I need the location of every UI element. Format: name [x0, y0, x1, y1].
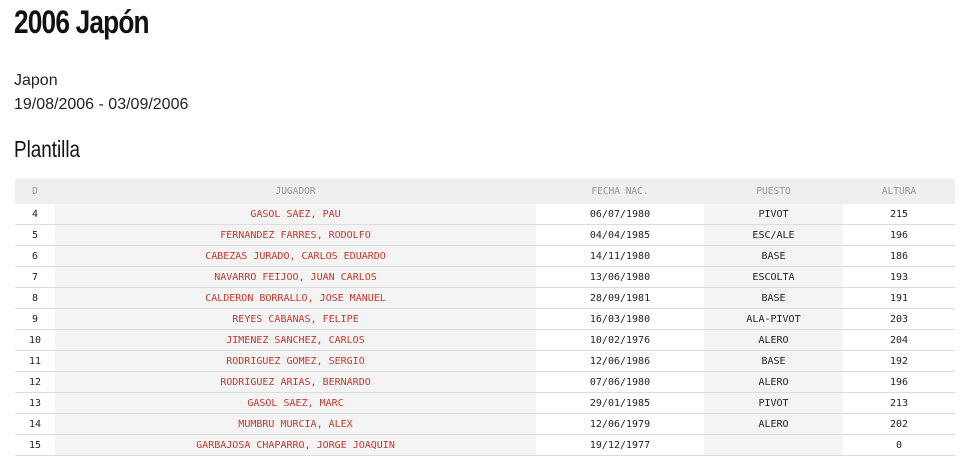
cell-puesto: ALERO: [704, 413, 843, 435]
table-row: 4 GASOL SAEZ, PAU 06/07/1980 PIVOT 215: [15, 204, 955, 225]
table-row: 13 GASOL SAEZ, MARC 29/01/1985 PIVOT 213: [15, 392, 955, 414]
roster-table: D JUGADOR FECHA NAC. PUESTO ALTURA 4 GASO…: [15, 179, 955, 456]
cell-dorsal: 11: [15, 350, 55, 372]
cell-fecha: 06/07/1980: [536, 204, 704, 225]
table-row: 11 RODRIGUEZ GOMEZ, SERGIO 12/06/1986 BASE 1…: [15, 350, 955, 372]
player-name-link[interactable]: GASOL SAEZ, PAU: [55, 204, 536, 225]
cell-dorsal: 15: [15, 434, 55, 456]
cell-puesto: ESCOLTA: [704, 266, 843, 288]
table-row: 15 GARBAJOSA CHAPARRO, JORGE JOAQUIN 19/12…: [15, 434, 955, 456]
player-name-link[interactable]: MUMBRU MURCIA, ALEX: [55, 413, 536, 435]
cell-dorsal: 10: [15, 329, 55, 351]
cell-puesto: ALA-PIVOT: [704, 308, 843, 330]
header-fecha[interactable]: FECHA NAC.: [536, 179, 704, 204]
table-row: 8 CALDERON BORRALLO, JOSE MANUEL 28/09/198…: [15, 287, 955, 309]
roster-body: 4 GASOL SAEZ, PAU 06/07/1980 PIVOT 215 5 FERNA…: [15, 204, 955, 456]
player-name-link[interactable]: FERNANDEZ FARRES, RODOLFO: [55, 224, 536, 246]
header-jugador[interactable]: JUGADOR: [55, 179, 536, 204]
cell-dorsal: 4: [15, 204, 55, 225]
cell-puesto: PIVOT: [704, 204, 843, 225]
cell-altura: 186: [843, 245, 955, 267]
cell-fecha: 13/06/1980: [536, 266, 704, 288]
cell-altura: 191: [843, 287, 955, 309]
cell-altura: 213: [843, 392, 955, 414]
cell-altura: 0: [843, 434, 955, 456]
cell-altura: 204: [843, 329, 955, 351]
player-name-link[interactable]: GARBAJOSA CHAPARRO, JORGE JOAQUIN: [55, 434, 536, 456]
page-title: 2006 Japón: [14, 4, 150, 40]
cell-fecha: 14/11/1980: [536, 245, 704, 267]
cell-dorsal: 9: [15, 308, 55, 330]
cell-altura: 193: [843, 266, 955, 288]
cell-altura: 192: [843, 350, 955, 372]
table-row: 9 REYES CABANAS, FELIPE 16/03/1980 ALA-PIVO…: [15, 308, 955, 330]
cell-puesto: ALERO: [704, 329, 843, 351]
table-row: 10 JIMENEZ SANCHEZ, CARLOS 10/02/1976 ALERO…: [15, 329, 955, 351]
table-row: 5 FERNANDEZ FARRES, RODOLFO 04/04/1985 ESC/…: [15, 224, 955, 246]
cell-puesto: BASE: [704, 245, 843, 267]
cell-dorsal: 13: [15, 392, 55, 414]
player-name-link[interactable]: NAVARRO FEIJOO, JUAN CARLOS: [55, 266, 536, 288]
player-name-link[interactable]: CABEZAS JURADO, CARLOS EDUARDO: [55, 245, 536, 267]
cell-dorsal: 8: [15, 287, 55, 309]
player-name-link[interactable]: RODRIGUEZ ARIAS, BERNARDO: [55, 371, 536, 393]
table-row: 6 CABEZAS JURADO, CARLOS EDUARDO 14/11/198…: [15, 245, 955, 267]
cell-dorsal: 14: [15, 413, 55, 435]
table-row: 14 MUMBRU MURCIA, ALEX 12/06/1979 ALERO 202: [15, 413, 955, 435]
header-puesto[interactable]: PUESTO: [704, 179, 843, 204]
cell-altura: 202: [843, 413, 955, 435]
cell-fecha: 07/06/1980: [536, 371, 704, 393]
cell-puesto: BASE: [704, 287, 843, 309]
cell-fecha: 12/06/1979: [536, 413, 704, 435]
cell-puesto: [704, 434, 843, 456]
player-name-link[interactable]: REYES CABANAS, FELIPE: [55, 308, 536, 330]
table-row: 12 RODRIGUEZ ARIAS, BERNARDO 07/06/1980 ALE…: [15, 371, 955, 393]
header-altura[interactable]: ALTURA: [843, 179, 955, 204]
cell-fecha: 16/03/1980: [536, 308, 704, 330]
cell-dorsal: 7: [15, 266, 55, 288]
cell-dorsal: 5: [15, 224, 55, 246]
table-header-row: D JUGADOR FECHA NAC. PUESTO ALTURA: [15, 179, 955, 204]
country-label: Japon: [14, 72, 58, 89]
player-name-link[interactable]: JIMENEZ SANCHEZ, CARLOS: [55, 329, 536, 351]
cell-fecha: 12/06/1986: [536, 350, 704, 372]
cell-altura: 203: [843, 308, 955, 330]
cell-puesto: PIVOT: [704, 392, 843, 414]
player-name-link[interactable]: CALDERON BORRALLO, JOSE MANUEL: [55, 287, 536, 309]
cell-dorsal: 6: [15, 245, 55, 267]
player-name-link[interactable]: GASOL SAEZ, MARC: [55, 392, 536, 414]
table-row: 7 NAVARRO FEIJOO, JUAN CARLOS 13/06/1980 ES…: [15, 266, 955, 288]
cell-fecha: 19/12/1977: [536, 434, 704, 456]
cell-altura: 196: [843, 224, 955, 246]
cell-puesto: BASE: [704, 350, 843, 372]
cell-dorsal: 12: [15, 371, 55, 393]
date-range: 19/08/2006 - 03/09/2006: [14, 96, 189, 113]
player-name-link[interactable]: RODRIGUEZ GOMEZ, SERGIO: [55, 350, 536, 372]
cell-altura: 215: [843, 204, 955, 225]
cell-fecha: 04/04/1985: [536, 224, 704, 246]
header-dorsal[interactable]: D: [15, 179, 55, 204]
cell-fecha: 29/01/1985: [536, 392, 704, 414]
cell-puesto: ESC/ALE: [704, 224, 843, 246]
cell-fecha: 10/02/1976: [536, 329, 704, 351]
cell-altura: 196: [843, 371, 955, 393]
cell-puesto: ALERO: [704, 371, 843, 393]
section-title: Plantilla: [14, 136, 81, 162]
cell-fecha: 28/09/1981: [536, 287, 704, 309]
